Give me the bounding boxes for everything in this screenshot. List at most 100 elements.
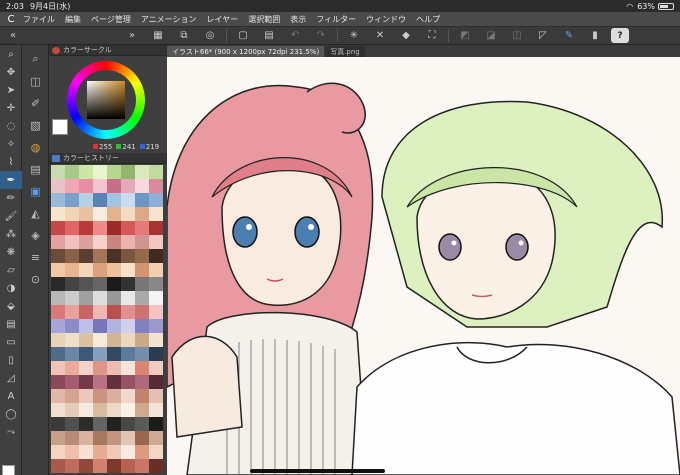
menu-animation[interactable]: アニメーション xyxy=(136,14,202,25)
menu-file[interactable]: ファイル xyxy=(18,14,60,25)
color-history-swatch[interactable] xyxy=(149,305,163,319)
color-history-swatch[interactable] xyxy=(51,291,65,305)
color-history-swatch[interactable] xyxy=(121,305,135,319)
color-history-swatch[interactable] xyxy=(107,179,121,193)
color-history-swatch[interactable] xyxy=(65,445,79,459)
color-history-swatch[interactable] xyxy=(135,277,149,291)
color-history-swatch[interactable] xyxy=(65,193,79,207)
color-history-swatch[interactable] xyxy=(149,277,163,291)
layer-move-tool-icon[interactable]: ✛ xyxy=(0,99,22,117)
color-history-swatch[interactable] xyxy=(135,291,149,305)
color-history-swatch[interactable] xyxy=(93,165,107,179)
color-history-swatch[interactable] xyxy=(93,403,107,417)
color-history-swatch[interactable] xyxy=(51,361,65,375)
color-history-swatch[interactable] xyxy=(51,319,65,333)
color-history-swatch[interactable] xyxy=(51,221,65,235)
color-history-swatch[interactable] xyxy=(79,277,93,291)
color-history-swatch[interactable] xyxy=(121,403,135,417)
color-history-swatch[interactable] xyxy=(51,445,65,459)
color-history-swatch[interactable] xyxy=(121,459,135,473)
color-history-swatch[interactable] xyxy=(149,417,163,431)
color-history-swatch[interactable] xyxy=(79,235,93,249)
collapse-left-icon[interactable]: « xyxy=(3,28,23,43)
color-history-swatch[interactable] xyxy=(149,165,163,179)
color-history-swatch[interactable] xyxy=(65,249,79,263)
document-tab[interactable]: 写真.png xyxy=(325,46,365,57)
color-history-swatch[interactable] xyxy=(93,207,107,221)
saturation-value-square[interactable] xyxy=(87,81,125,119)
frame-tool-icon[interactable]: ▯ xyxy=(0,351,22,369)
color-history-swatch[interactable] xyxy=(93,319,107,333)
color-history-swatch[interactable] xyxy=(79,165,93,179)
color-history-swatch[interactable] xyxy=(65,347,79,361)
color-history-swatch[interactable] xyxy=(121,207,135,221)
color-history-swatch[interactable] xyxy=(149,333,163,347)
eyedropper-tool-icon[interactable]: ⌇ xyxy=(0,153,22,171)
color-history-swatch[interactable] xyxy=(107,221,121,235)
color-history-swatch[interactable] xyxy=(79,291,93,305)
color-history-swatch[interactable] xyxy=(107,375,121,389)
color-history-swatch[interactable] xyxy=(65,403,79,417)
color-history-swatch[interactable] xyxy=(93,305,107,319)
zoom-tool-icon[interactable]: ⌕ xyxy=(0,45,22,63)
undo-icon[interactable]: ↶ xyxy=(285,28,305,43)
new-icon[interactable]: ▢ xyxy=(233,28,253,43)
color-history-swatch[interactable] xyxy=(107,165,121,179)
menu-page[interactable]: ページ管理 xyxy=(86,14,136,25)
color-history-swatch[interactable] xyxy=(107,417,121,431)
color-history-swatch[interactable] xyxy=(65,291,79,305)
fill-icon[interactable]: ◆ xyxy=(396,28,416,43)
color-history-swatch[interactable] xyxy=(51,263,65,277)
color-history-swatch[interactable] xyxy=(79,361,93,375)
color-history-swatch[interactable] xyxy=(149,403,163,417)
color-history-swatch[interactable] xyxy=(121,445,135,459)
color-history-swatch[interactable] xyxy=(107,389,121,403)
color-history-swatch[interactable] xyxy=(79,263,93,277)
color-history-swatch[interactable] xyxy=(135,417,149,431)
menu-edit[interactable]: 編集 xyxy=(60,14,86,25)
ruler-icon[interactable]: ◩ xyxy=(455,28,475,43)
color-history-swatch[interactable] xyxy=(51,389,65,403)
color-history-swatch[interactable] xyxy=(121,361,135,375)
color-history-swatch[interactable] xyxy=(149,249,163,263)
clear-icon[interactable]: ✕ xyxy=(370,28,390,43)
color-history-swatch[interactable] xyxy=(65,389,79,403)
eraser-tool-icon[interactable]: ▱ xyxy=(0,261,22,279)
redo-icon[interactable]: ↷ xyxy=(311,28,331,43)
pencil-tool-icon[interactable]: ✏ xyxy=(0,189,22,207)
expand-panel-icon[interactable]: » xyxy=(122,28,142,43)
color-history-swatch[interactable] xyxy=(135,347,149,361)
pen-pressure-icon[interactable]: ✎ xyxy=(559,28,579,43)
color-history-swatch[interactable] xyxy=(51,403,65,417)
color-history-swatch[interactable] xyxy=(65,165,79,179)
color-history-swatch[interactable] xyxy=(93,389,107,403)
document-tab-active[interactable]: イラスト66* (900 x 1200px 72dpi 231.5%) xyxy=(167,46,325,57)
color-history-swatch[interactable] xyxy=(51,207,65,221)
color-history-swatch[interactable] xyxy=(93,333,107,347)
color-history-swatch[interactable] xyxy=(135,403,149,417)
color-history-swatch[interactable] xyxy=(79,333,93,347)
menu-filter[interactable]: フィルター xyxy=(311,14,361,25)
color-history-swatch[interactable] xyxy=(121,291,135,305)
color-history-swatch[interactable] xyxy=(149,389,163,403)
color-history-swatch[interactable] xyxy=(51,179,65,193)
color-history-swatch[interactable] xyxy=(149,193,163,207)
color-history-swatch[interactable] xyxy=(149,431,163,445)
menu-selection[interactable]: 選択範囲 xyxy=(243,14,285,25)
color-history-swatch[interactable] xyxy=(121,375,135,389)
color-history-swatch[interactable] xyxy=(79,249,93,263)
perspective-icon[interactable]: ◸ xyxy=(533,28,553,43)
gradient-tool-icon[interactable]: ▤ xyxy=(0,315,22,333)
menu-help[interactable]: ヘルプ xyxy=(411,14,445,25)
color-history-swatch[interactable] xyxy=(121,179,135,193)
color-history-swatch[interactable] xyxy=(93,361,107,375)
main-color-swatch[interactable] xyxy=(2,465,20,475)
snap-icon[interactable]: ◪ xyxy=(481,28,501,43)
brush-tool-icon[interactable]: 🖌 xyxy=(0,207,22,225)
color-history-swatch[interactable] xyxy=(93,431,107,445)
color-history-swatch[interactable] xyxy=(149,235,163,249)
color-history-swatch[interactable] xyxy=(135,375,149,389)
color-history-swatch[interactable] xyxy=(149,263,163,277)
color-history-swatch[interactable] xyxy=(121,431,135,445)
sub-tool-icon[interactable]: ▤ xyxy=(22,158,49,180)
